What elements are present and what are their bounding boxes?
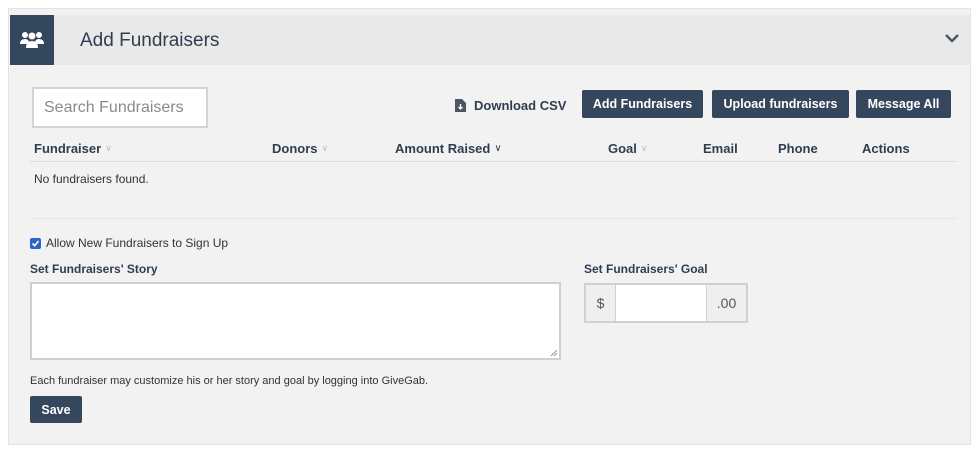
- column-header-actions: Actions: [862, 141, 910, 156]
- sort-icon: ∨: [640, 143, 648, 153]
- column-header-amount-raised[interactable]: Amount Raised ∨: [395, 141, 502, 156]
- section-header[interactable]: Add Fundraisers: [10, 15, 970, 65]
- add-fundraisers-button[interactable]: Add Fundraisers: [582, 90, 703, 118]
- chevron-down-icon[interactable]: [944, 32, 960, 44]
- table-header-divider: [30, 161, 957, 162]
- save-button[interactable]: Save: [30, 396, 82, 423]
- sort-icon: ∨: [105, 143, 112, 153]
- sort-icon: ∨: [321, 143, 329, 153]
- section-divider: [30, 218, 957, 219]
- goal-prefix: $: [586, 285, 616, 321]
- goal-suffix: .00: [706, 285, 746, 321]
- column-header-fundraiser[interactable]: Fundraiser ∨: [34, 141, 112, 156]
- goal-label: Set Fundraisers' Goal: [584, 262, 708, 276]
- column-header-phone: Phone: [778, 141, 818, 156]
- file-download-icon: [455, 99, 466, 112]
- allow-signup-label: Allow New Fundraisers to Sign Up: [46, 236, 229, 250]
- upload-fundraisers-button[interactable]: Upload fundraisers: [712, 90, 849, 118]
- story-textarea[interactable]: [30, 282, 561, 360]
- allow-signup-row[interactable]: Allow New Fundraisers to Sign Up: [30, 236, 228, 250]
- column-header-donors[interactable]: Donors ∨: [272, 141, 328, 156]
- sort-active-icon: ∨: [494, 143, 502, 154]
- search-input[interactable]: [32, 87, 208, 128]
- message-all-button[interactable]: Message All: [856, 90, 951, 118]
- customize-note: Each fundraiser may customize his or her…: [30, 375, 429, 387]
- download-csv-label: Download CSV: [474, 98, 567, 113]
- goal-input-group: $ .00: [584, 283, 748, 323]
- users-icon: [10, 15, 54, 65]
- check-icon: [31, 239, 40, 247]
- section-title: Add Fundraisers: [80, 30, 220, 51]
- column-header-goal[interactable]: Goal ∨: [608, 141, 648, 156]
- story-label: Set Fundraisers' Story: [30, 262, 158, 276]
- empty-table-message: No fundraisers found.: [34, 172, 149, 186]
- column-header-email: Email: [703, 141, 738, 156]
- download-csv-link[interactable]: Download CSV: [455, 98, 566, 113]
- allow-signup-checkbox[interactable]: [30, 237, 41, 249]
- resize-handle-icon[interactable]: [550, 349, 558, 357]
- goal-input[interactable]: [616, 285, 706, 321]
